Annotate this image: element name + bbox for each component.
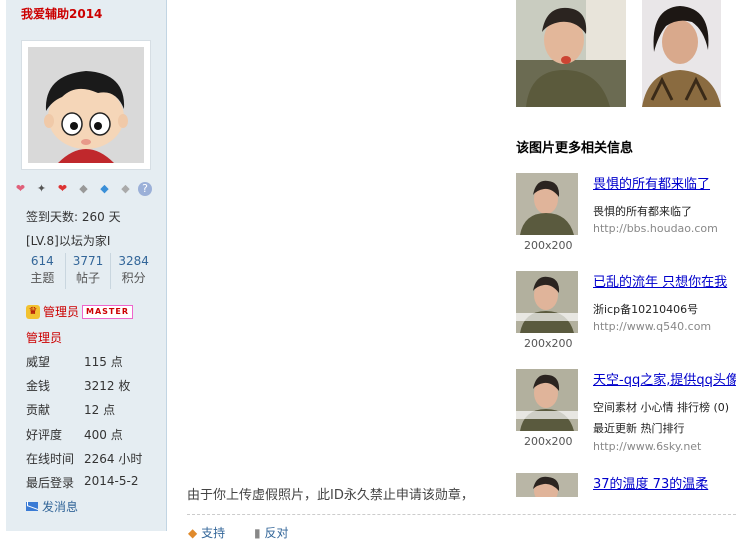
gem-medal-icon[interactable]: ◆ [96, 182, 113, 196]
medal-row: ❤ ✦ ❤ ◆ ◆ ◆ ? [12, 182, 152, 196]
stat-credits-value[interactable]: 3284 [111, 253, 156, 269]
admin-crest-icon: ♛ [26, 304, 40, 319]
heart-medal-icon[interactable]: ❤ [12, 182, 29, 196]
related-desc: 浙icp备10210406号 [593, 303, 699, 316]
related-url[interactable]: http://www.q540.com [593, 320, 711, 333]
user-stats: 614 主题 3771 帖子 3284 积分 [20, 253, 156, 289]
envelope-icon [26, 502, 38, 511]
user-level[interactable]: [LV.8]以坛为家I [26, 232, 110, 249]
thumb-photo [516, 271, 578, 333]
question-medal-icon[interactable]: ? [138, 182, 152, 196]
field-label: 金钱 [26, 379, 51, 393]
post-photo-1[interactable] [516, 0, 626, 107]
related-title-link[interactable]: 37的温度 73的温柔 [593, 473, 708, 492]
thumb-photo [516, 173, 578, 235]
star-medal-icon[interactable]: ✦ [33, 182, 50, 196]
admin-group-badge: ♛ 管理员 MASTER [26, 303, 134, 320]
field-label: 好评度 [26, 428, 63, 442]
thumb-size-label: 200x200 [524, 435, 573, 448]
post-photo-2[interactable] [642, 0, 721, 107]
post-notice-text: 由于你上传虚假照片，此ID永久禁止申请该勋章， [187, 488, 474, 503]
photo-young-man [516, 0, 626, 107]
master-tag: MASTER [82, 304, 134, 319]
support-label: 支持 [201, 526, 226, 540]
photo-woman [642, 0, 721, 107]
oppose-label: 反对 [264, 526, 289, 540]
field-value: 2014-5-2 [84, 474, 139, 488]
field-label: 贡献 [26, 403, 51, 417]
stat-credits[interactable]: 3284 积分 [110, 253, 156, 289]
related-thumb-4[interactable] [516, 473, 578, 497]
stat-threads-value[interactable]: 614 [20, 253, 65, 269]
oppose-button[interactable]: ▮ 反对 [254, 524, 288, 541]
field-value: 400 点 [84, 428, 123, 442]
related-url[interactable]: http://bbs.houdao.com [593, 222, 718, 235]
field-label: 在线时间 [26, 452, 75, 466]
stat-threads[interactable]: 614 主题 [20, 253, 65, 289]
field-value: 3212 枚 [84, 379, 131, 393]
send-message-label: 发消息 [42, 500, 79, 514]
thumb-photo [516, 473, 578, 497]
related-desc: 畏惧的所有都来临了 [593, 205, 692, 218]
admin-badge-label: 管理员 [43, 305, 80, 319]
support-button[interactable]: ◆ 支持 [188, 524, 225, 541]
related-thumb-2[interactable] [516, 271, 578, 333]
related-title-link[interactable]: 天空-qq之家,提供qq头像 [593, 369, 736, 388]
diamond-silver-medal-icon[interactable]: ◆ [117, 182, 134, 196]
related-url[interactable]: http://www.6sky.net [593, 440, 701, 453]
stat-posts-value[interactable]: 3771 [66, 253, 111, 269]
thumb-size-label: 200x200 [524, 337, 573, 350]
checkin-days: 签到天数: 260 天 [26, 210, 121, 224]
thumb-down-icon: ▮ [254, 526, 261, 540]
thumb-photo [516, 369, 578, 431]
thumb-size-label: 200x200 [524, 239, 573, 252]
related-info-heading: 该图片更多相关信息 [516, 141, 634, 156]
stat-posts[interactable]: 3771 帖子 [64, 253, 111, 289]
field-value: 115 点 [84, 355, 123, 369]
divider [187, 514, 736, 515]
avatar[interactable] [21, 40, 151, 170]
diamond-medal-icon[interactable]: ◆ [75, 182, 92, 196]
related-thumb-3[interactable] [516, 369, 578, 431]
user-sidebar: 我爱辅助2014 ❤ ✦ ❤ ◆ ◆ ◆ ? 签到天数: 260 天 [LV.8… [6, 0, 167, 531]
username-link[interactable]: 我爱辅助2014 [21, 5, 102, 22]
related-desc: 空间素材 小心情 排行榜 (0) [593, 401, 730, 414]
stat-threads-label: 主题 [30, 271, 55, 285]
avatar-image [28, 47, 144, 163]
related-thumb-1[interactable] [516, 173, 578, 235]
related-title-link[interactable]: 畏惧的所有都来临了 [593, 173, 710, 192]
stat-credits-label: 积分 [121, 271, 146, 285]
field-label: 最后登录 [26, 476, 75, 490]
thumb-up-icon: ◆ [188, 526, 198, 540]
cartoon-avatar-illustration [28, 47, 144, 163]
field-label: 威望 [26, 355, 51, 369]
stat-posts-label: 帖子 [76, 271, 101, 285]
related-title-link[interactable]: 已乱的流年 只想你在我 [593, 271, 727, 290]
user-group-name[interactable]: 管理员 [26, 329, 62, 346]
field-value: 12 点 [84, 403, 116, 417]
heart-red-medal-icon[interactable]: ❤ [54, 182, 71, 196]
field-value: 2264 小时 [84, 452, 143, 466]
send-message-button[interactable]: 发消息 [26, 498, 78, 515]
related-desc-2: 最近更新 热门排行 [593, 422, 685, 435]
